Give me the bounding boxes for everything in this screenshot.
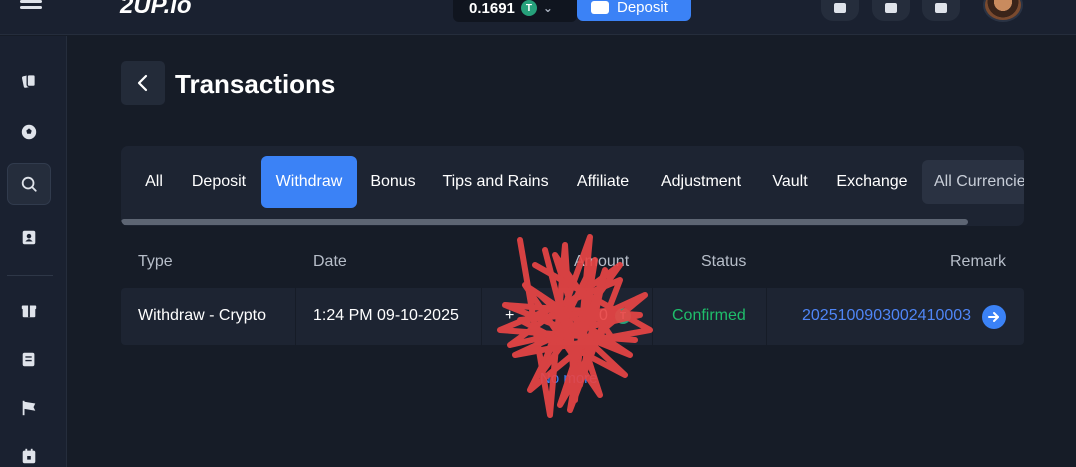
usdt-coin-icon: T <box>615 308 631 324</box>
tab-withdraw[interactable]: Withdraw <box>261 156 357 208</box>
column-header-amount: Amount <box>574 253 630 270</box>
sidebar-item-promotions[interactable] <box>7 289 51 331</box>
soccer-ball-icon <box>21 124 37 140</box>
column-header-status: Status <box>701 253 747 270</box>
balance-selector[interactable]: 0.1691 T ⌄ <box>453 0 577 22</box>
calendar-icon <box>22 448 36 464</box>
sidebar-item-blog[interactable] <box>7 338 51 380</box>
cell-divider <box>481 288 482 345</box>
sidebar-item-search[interactable] <box>7 163 51 205</box>
chat-button[interactable] <box>922 0 960 21</box>
status-badge: Confirmed <box>672 307 746 324</box>
tab-exchange[interactable]: Exchange <box>829 156 915 208</box>
chevron-down-icon: ⌄ <box>542 1 553 15</box>
tab-all[interactable]: All <box>135 156 173 208</box>
contacts-icon <box>22 230 36 245</box>
top-bar: 2UP.io 0.1691 T ⌄ Deposit <box>0 0 1076 35</box>
deposit-label: Deposit <box>617 0 668 16</box>
avatar[interactable] <box>983 0 1023 22</box>
sidebar-item-sports[interactable] <box>7 111 51 153</box>
arrow-right-icon <box>988 312 999 322</box>
open-transaction-button[interactable] <box>982 305 1006 329</box>
cell-divider <box>652 288 653 345</box>
brand-logo[interactable]: 2UP.io <box>120 0 192 20</box>
sidebar-item-contacts[interactable] <box>7 216 51 258</box>
transaction-amount-end: 0 <box>599 307 608 324</box>
cards-icon <box>22 74 36 88</box>
notification-button[interactable] <box>821 0 859 21</box>
cell-divider <box>766 288 767 345</box>
sidebar-divider <box>7 275 53 276</box>
no-more-label: No more <box>540 370 598 387</box>
search-icon <box>21 176 37 192</box>
flag-icon <box>22 400 36 416</box>
news-icon <box>22 352 35 367</box>
tab-vault[interactable]: Vault <box>765 156 815 208</box>
transaction-date: 1:24 PM 09-10-2025 <box>313 307 459 324</box>
cell-divider <box>295 288 296 345</box>
back-button[interactable] <box>121 61 165 105</box>
tab-bonus[interactable]: Bonus <box>363 156 423 208</box>
chat-icon <box>935 2 947 13</box>
deposit-button[interactable]: Deposit <box>577 0 691 21</box>
remark-link[interactable]: 2025100903002410003 <box>802 307 971 325</box>
transaction-type: Withdraw - Crypto <box>138 307 267 324</box>
usdt-coin-icon: T <box>520 0 537 16</box>
sidebar-item-races[interactable] <box>7 387 51 429</box>
table-row: Withdraw - Crypto 1:24 PM 09-10-2025 + 0… <box>121 288 1024 345</box>
chevron-left-icon <box>137 74 148 92</box>
page-title: Transactions <box>175 69 336 99</box>
column-header-date: Date <box>313 253 347 270</box>
gift-icon <box>885 2 897 13</box>
tab-deposit[interactable]: Deposit <box>179 156 259 208</box>
sidebar-item-calendar[interactable] <box>7 435 51 467</box>
wallet-icon <box>591 1 609 14</box>
tabs-scrollbar[interactable] <box>121 219 968 225</box>
sidebar <box>0 36 67 467</box>
transaction-type-tabs: All Deposit Withdraw Bonus Tips and Rain… <box>121 146 1024 226</box>
tab-tips-and-rains[interactable]: Tips and Rains <box>434 156 557 208</box>
transaction-amount-start: + <box>505 307 515 324</box>
menu-icon[interactable] <box>20 0 42 14</box>
tab-affiliate[interactable]: Affiliate <box>570 156 636 208</box>
column-header-remark: Remark <box>950 253 1007 270</box>
bell-icon <box>834 2 846 13</box>
gift-icon <box>21 305 37 318</box>
sidebar-item-casino[interactable] <box>7 60 51 102</box>
balance-value: 0.1691 <box>469 0 515 17</box>
tab-adjustment[interactable]: Adjustment <box>649 156 753 208</box>
gifts-button[interactable] <box>872 0 910 21</box>
column-header-type: Type <box>138 253 173 270</box>
currency-filter-select[interactable]: All Currencies <box>922 160 1024 204</box>
